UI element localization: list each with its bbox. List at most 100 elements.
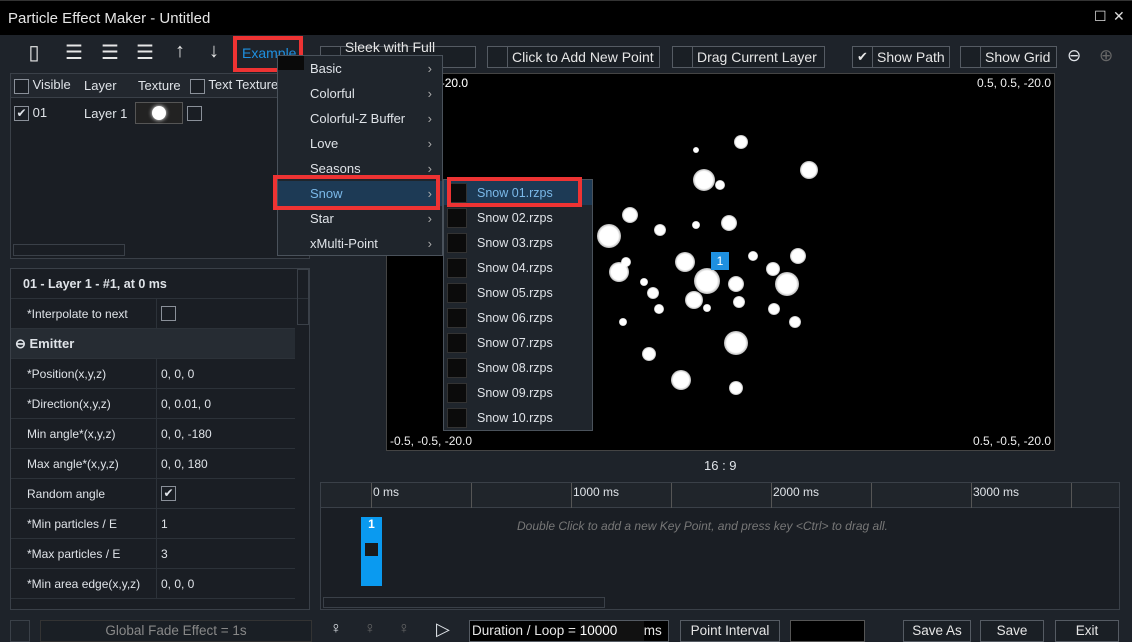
window-title: Particle Effect Maker - Untitled	[8, 10, 211, 27]
particle	[789, 316, 801, 328]
save-as-button[interactable]: Save As	[903, 620, 971, 642]
highlight-box	[273, 175, 440, 210]
submenu-item[interactable]: Snow 07.rzps	[444, 330, 592, 355]
header-text-texture: Text Texture	[208, 77, 279, 93]
particle	[775, 272, 799, 296]
prop-value[interactable]: 0, 0, 0	[161, 577, 194, 591]
aspect-ratio-label: 16 : 9	[704, 458, 737, 473]
add-key-icon[interactable]: ♀	[330, 620, 342, 638]
submenu-item[interactable]: Snow 06.rzps	[444, 305, 592, 330]
duration-input[interactable]: 10000	[579, 621, 644, 641]
particle	[654, 224, 666, 236]
prop-value[interactable]: 1	[161, 517, 168, 531]
horizontal-scrollbar[interactable]	[13, 244, 125, 256]
particle	[721, 215, 737, 231]
interpolate-checkbox[interactable]	[161, 306, 176, 322]
submenu-item[interactable]: Snow 05.rzps	[444, 280, 592, 305]
timeline[interactable]: 0 ms 1000 ms 2000 ms 3000 ms Double Click t…	[320, 482, 1120, 610]
drag-layer-toggle[interactable]: Drag Current Layer	[672, 46, 825, 68]
chevron-right-icon: ›	[427, 61, 432, 76]
property-row[interactable]: *Direction(x,y,z) 0, 0.01, 0	[11, 389, 295, 419]
remove-key-icon[interactable]: ♀	[364, 620, 376, 638]
menu-item-colorful-z-buffer[interactable]: Colorful-Z Buffer ›	[278, 106, 442, 131]
prop-value[interactable]: 0, 0, 0	[161, 367, 194, 381]
show-grid-toggle[interactable]: Show Grid	[960, 46, 1057, 68]
key-handle[interactable]	[365, 543, 378, 556]
duration-unit: ms	[643, 623, 662, 638]
emitter-section[interactable]: ⊖ Emitter	[11, 329, 295, 359]
vertical-scrollbar[interactable]	[297, 269, 309, 325]
add-point-toggle[interactable]: Click to Add New Point	[487, 46, 660, 68]
chevron-right-icon: ›	[427, 86, 432, 101]
header-texture: Texture	[138, 78, 181, 93]
key-point[interactable]: 1	[361, 517, 382, 586]
zoom-out-icon[interactable]: ⊖	[1067, 46, 1081, 66]
menu-item-colorful[interactable]: Colorful ›	[278, 81, 442, 106]
property-row[interactable]: *Position(x,y,z) 0, 0, 0	[11, 359, 295, 389]
preset-thumbnail	[447, 407, 467, 428]
submenu-item[interactable]: Snow 08.rzps	[444, 355, 592, 380]
prop-value[interactable]: 3	[161, 547, 168, 561]
preset-thumbnail	[447, 357, 467, 378]
particle	[734, 135, 748, 149]
emitter-point-marker[interactable]: 1	[711, 252, 729, 270]
timeline-tick-mark	[371, 483, 372, 508]
maximize-icon[interactable]: ☐	[1094, 8, 1107, 25]
property-row[interactable]: Max angle*(x,y,z) 0, 0, 180	[11, 449, 295, 479]
close-icon[interactable]: ✕	[1113, 8, 1125, 25]
move-down-icon[interactable]: ↓	[202, 40, 226, 66]
text-texture-row-checkbox[interactable]	[187, 105, 202, 121]
prop-label: Random angle	[11, 479, 157, 508]
add-layer-icon[interactable]: ☰	[62, 40, 86, 66]
prop-value[interactable]: 0, 0.01, 0	[161, 397, 211, 411]
fade-toggle[interactable]	[10, 620, 30, 642]
menu-item-basic[interactable]: Basic ›	[278, 56, 442, 81]
visible-checkbox[interactable]: ✔	[14, 106, 29, 122]
property-row[interactable]: *Min area edge(x,y,z) 0, 0, 0	[11, 569, 295, 599]
move-up-icon[interactable]: ↑	[168, 40, 192, 66]
timeline-tick: 3000 ms	[973, 485, 1020, 499]
table-row[interactable]: ✔ 01 Layer 1	[11, 98, 309, 128]
point-interval-button[interactable]: Point Interval	[680, 620, 780, 642]
property-row[interactable]: *Max particles / E 3	[11, 539, 295, 569]
remove-all-keys-icon[interactable]: ♀	[398, 620, 410, 638]
submenu-item[interactable]: Snow 03.rzps	[444, 230, 592, 255]
color-swatch[interactable]	[790, 620, 865, 642]
submenu-item[interactable]: Snow 02.rzps	[444, 205, 592, 230]
play-icon[interactable]: ▷	[436, 619, 450, 640]
timeline-tick-mark	[471, 483, 472, 508]
prop-value[interactable]: 0, 0, 180	[161, 457, 208, 471]
property-row[interactable]: Random angle ✔	[11, 479, 295, 509]
global-fade-button[interactable]: Global Fade Effect = 1s	[40, 620, 312, 642]
timeline-tick-mark	[1071, 483, 1072, 508]
text-texture-checkbox[interactable]	[190, 78, 205, 94]
preset-thumbnail	[447, 282, 467, 303]
exit-button[interactable]: Exit	[1055, 620, 1119, 642]
particle	[728, 276, 744, 292]
texture-thumbnail[interactable]	[135, 102, 183, 124]
random-angle-checkbox[interactable]: ✔	[161, 486, 176, 502]
property-row[interactable]: Min angle*(x,y,z) 0, 0, -180	[11, 419, 295, 449]
chevron-right-icon: ›	[427, 111, 432, 126]
show-path-toggle[interactable]: ✔ Show Path	[852, 46, 950, 68]
property-row[interactable]: *Min particles / E 1	[11, 509, 295, 539]
coord-top-right: 0.5, 0.5, -20.0	[976, 76, 1051, 90]
menu-item-love[interactable]: Love ›	[278, 131, 442, 156]
submenu-item[interactable]: Snow 04.rzps	[444, 255, 592, 280]
delete-layer-icon[interactable]: ☰	[98, 40, 122, 66]
submenu-item[interactable]: Snow 09.rzps	[444, 380, 592, 405]
particle	[766, 262, 780, 276]
zoom-in-icon[interactable]: ⊕	[1099, 46, 1113, 66]
prop-label: *Interpolate to next	[11, 299, 157, 328]
prop-value[interactable]: 0, 0, -180	[161, 427, 212, 441]
snow-submenu: Snow 01.rzps Snow 02.rzps Snow 03.rzps Snow…	[443, 179, 593, 431]
door-icon[interactable]: ▯	[22, 40, 46, 66]
menu-item-xmulti-point[interactable]: xMulti-Point ›	[278, 231, 442, 256]
preset-thumbnail	[447, 232, 467, 253]
particle	[685, 291, 703, 309]
timeline-scrollbar[interactable]	[323, 597, 605, 608]
select-all-checkbox[interactable]	[14, 78, 29, 94]
save-button[interactable]: Save	[980, 620, 1044, 642]
submenu-item[interactable]: Snow 10.rzps	[444, 405, 592, 430]
delete-all-layers-icon[interactable]: ☰	[133, 40, 157, 66]
